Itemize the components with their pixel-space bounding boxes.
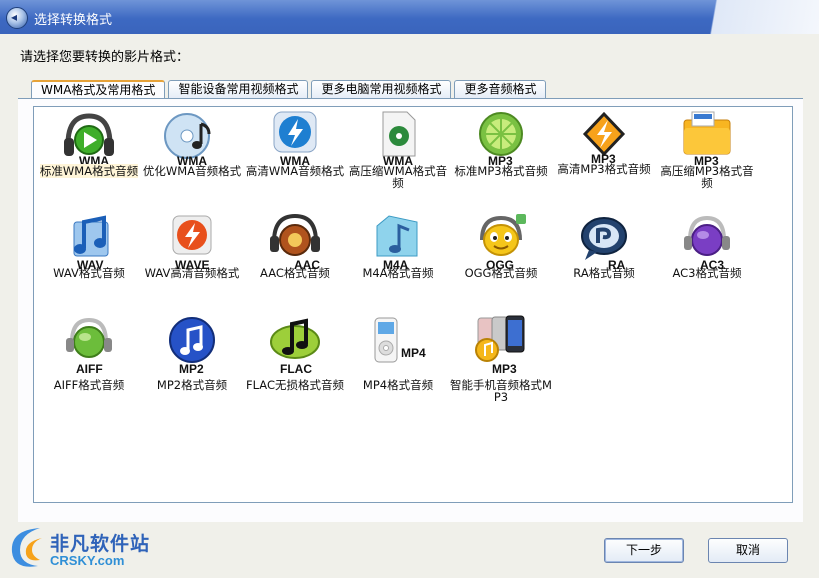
window-title: 选择转换格式 <box>34 13 113 28</box>
watermark-logo: 非凡软件站 CRSKY.com <box>4 520 154 574</box>
format-item-wma-optimized[interactable]: WMA 优化WMA音频格式 <box>140 110 244 177</box>
flac-note-icon: FLAC <box>266 314 324 376</box>
format-item-mp4[interactable]: MP4 MP4格式音频 <box>346 314 450 391</box>
format-label: 高压缩WMA格式音频 <box>348 164 448 190</box>
format-label: OGG格式音频 <box>464 266 538 280</box>
format-label: WAV高清音频格式 <box>144 266 240 280</box>
logo-swirl-icon <box>11 528 42 567</box>
badge: MP3 <box>492 362 517 376</box>
lime-icon: MP3 <box>472 110 530 168</box>
format-item-aac[interactable]: AAC AAC格式音频 <box>243 212 347 279</box>
format-label: M4A格式音频 <box>362 266 434 280</box>
format-label: WAV格式音频 <box>53 266 125 280</box>
format-item-mp3-hd[interactable]: MP3 高清MP3格式音频 <box>552 108 656 175</box>
format-item-phone-mp3[interactable]: MP3 智能手机音频格式MP3 <box>449 314 553 403</box>
cd-music-icon: WMA <box>163 110 221 168</box>
cancel-button[interactable]: 取消 <box>708 538 788 563</box>
format-item-mp3-compressed[interactable]: MP3 高压缩MP3格式音频 <box>655 110 759 189</box>
format-label: 高清WMA音频格式 <box>245 164 345 178</box>
format-label: AAC格式音频 <box>260 266 330 280</box>
winamp-bolt-icon: MP3 <box>575 108 633 166</box>
format-label: 高压缩MP3格式音频 <box>660 164 754 190</box>
green-headphones-icon: AIFF <box>60 314 118 376</box>
ipod-icon: MP4 <box>369 314 427 368</box>
headphones-play-icon: WMA <box>60 110 118 168</box>
format-label: MP4格式音频 <box>362 378 434 392</box>
format-label: 高清MP3格式音频 <box>557 162 651 176</box>
format-label: AIFF格式音频 <box>53 378 125 392</box>
music-folder-icon: M4A <box>369 212 427 272</box>
tab-wma-common[interactable]: WMA格式及常用格式 <box>31 80 166 100</box>
format-label: MP2格式音频 <box>156 378 228 392</box>
format-item-ogg[interactable]: OGG OGG格式音频 <box>449 212 553 279</box>
format-item-wav[interactable]: WAV WAV格式音频 <box>37 212 141 279</box>
instruction-text: 请选择您要转换的影片格式： <box>20 50 190 65</box>
lightning-icon: WMA <box>266 110 324 168</box>
format-item-ra[interactable]: RA RA格式音频 <box>552 212 656 279</box>
badge: FLAC <box>280 362 312 376</box>
format-item-wma-compressed[interactable]: WMA 高压缩WMA格式音频 <box>346 110 450 189</box>
format-tabs: WMA格式及常用格式 智能设备常用视频格式 更多电脑常用视频格式 更多音频格式 <box>31 80 549 100</box>
purple-headphones-icon: AC3 <box>678 212 736 272</box>
watermark-cn: 非凡软件站 <box>50 533 151 555</box>
orange-bolt-icon: WAVE <box>163 212 221 272</box>
format-item-mp3-standard[interactable]: MP3 标准MP3格式音频 <box>449 110 553 177</box>
format-item-wave[interactable]: WAVE WAV高清音频格式 <box>140 212 244 279</box>
blue-note-circle-icon: MP2 <box>163 314 221 376</box>
next-button[interactable]: 下一步 <box>604 538 684 563</box>
format-label: 优化WMA音频格式 <box>142 164 242 178</box>
title-bar: ◂ 选择转换格式 <box>0 0 819 34</box>
format-item-m4a[interactable]: M4A M4A格式音频 <box>346 212 450 279</box>
format-label: 标准MP3格式音频 <box>454 164 548 178</box>
format-label: 智能手机音频格式MP3 <box>450 378 552 404</box>
title-bar-decoration <box>669 0 819 34</box>
badge: MP4 <box>401 346 426 360</box>
badge: MP2 <box>179 362 204 376</box>
format-label: RA格式音频 <box>573 266 635 280</box>
tab-pc-video[interactable]: 更多电脑常用视频格式 <box>311 80 452 98</box>
mp3-folder-icon: MP3 <box>678 110 736 168</box>
format-label: AC3格式音频 <box>672 266 742 280</box>
format-item-wma-hd[interactable]: WMA 高清WMA音频格式 <box>243 110 347 177</box>
format-item-wma-standard[interactable]: WMA 标准WMA格式音频 <box>37 110 141 178</box>
music-note-blue-icon: WAV <box>60 212 118 272</box>
format-item-flac[interactable]: FLAC FLAC无损格式音频 <box>243 314 347 391</box>
disco-headphones-icon: AAC <box>266 212 324 272</box>
document-disc-icon: WMA <box>369 110 427 168</box>
format-label: FLAC无损格式音频 <box>246 378 344 392</box>
format-item-ac3[interactable]: AC3 AC3格式音频 <box>655 212 759 279</box>
tab-smart-device-video[interactable]: 智能设备常用视频格式 <box>168 80 309 98</box>
format-label: 标准WMA格式音频 <box>39 164 139 178</box>
smartphones-icon: MP3 <box>472 314 530 376</box>
real-audio-icon: RA <box>575 212 633 272</box>
app-icon[interactable]: ◂ <box>6 7 28 29</box>
tab-more-audio[interactable]: 更多音频格式 <box>454 80 547 98</box>
format-item-aiff[interactable]: AIFF AIFF格式音频 <box>37 314 141 391</box>
smiley-headphones-icon: OGG <box>472 212 530 272</box>
format-item-mp2[interactable]: MP2 MP2格式音频 <box>140 314 244 391</box>
badge: AIFF <box>76 362 103 376</box>
watermark-en: CRSKY.com <box>50 553 125 568</box>
